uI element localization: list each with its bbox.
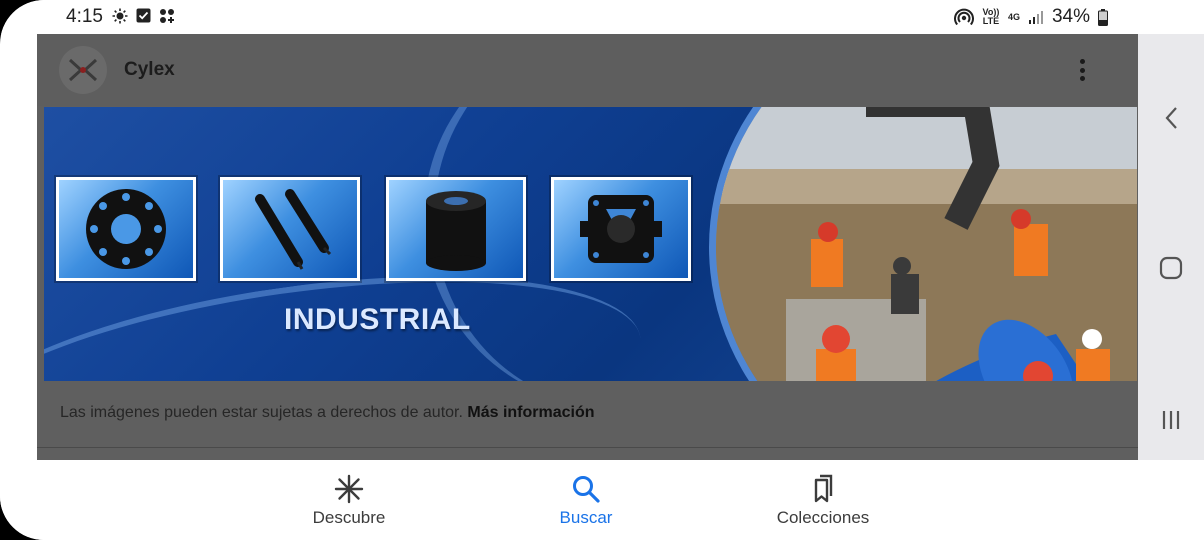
source-header: Cylex [37, 34, 1138, 106]
nav-colecciones-label: Colecciones [776, 508, 870, 527]
checkbox-icon [136, 8, 151, 23]
recents-icon[interactable] [1138, 400, 1204, 440]
nav-descubre[interactable]: Descubre [269, 474, 429, 528]
status-time: 4:15 [66, 6, 103, 27]
asterisk-icon [334, 474, 364, 504]
status-left-icons [112, 8, 175, 24]
cylex-logo-icon[interactable] [59, 46, 107, 94]
status-bar: 4:15 Vo)) LTE 4G 34% [0, 0, 1204, 34]
nav-descubre-label: Descubre [312, 508, 386, 527]
result-image[interactable]: INDUSTRIAL [44, 107, 1137, 381]
battery-icon [1098, 8, 1108, 26]
bookmarks-icon [814, 474, 833, 503]
brightness-icon [112, 8, 128, 24]
copyright-text: Las imágenes pueden estar sujetas a dere… [60, 404, 595, 422]
home-icon[interactable] [1138, 248, 1204, 288]
volte-label: Vo)) LTE [982, 7, 1000, 26]
nav-buscar[interactable]: Buscar [506, 474, 666, 528]
system-navigation-bar [1138, 34, 1204, 460]
image-viewer-sheet: Cylex INDUSTRIAL Las imágenes pueden est… [37, 34, 1138, 460]
photo-workers-pipe [709, 107, 1137, 381]
source-title[interactable]: Cylex [124, 59, 175, 81]
bottom-navigation: Descubre Buscar Colecciones [0, 460, 1204, 540]
banner-caption: INDUSTRIAL [284, 303, 471, 336]
hotspot-icon [953, 8, 974, 26]
more-info-link[interactable]: Más información [467, 404, 594, 421]
apps-grid-icon [160, 9, 174, 23]
thumbnail-rods [220, 177, 360, 281]
search-icon [573, 476, 600, 503]
copyright-message: Las imágenes pueden estar sujetas a dere… [60, 404, 468, 421]
thumbnail-flange [56, 177, 196, 281]
thumbnail-square-flange [551, 177, 691, 281]
signal-icon [1028, 11, 1043, 24]
more-options-icon[interactable] [1072, 56, 1092, 84]
thumbnail-cylinder [386, 177, 526, 281]
phone-screen: 4:15 Vo)) LTE 4G 34% Cylex INDUSTRIAL La… [0, 0, 1204, 540]
status-right: Vo)) LTE 4G 34% [953, 6, 1108, 28]
nav-buscar-label: Buscar [559, 508, 613, 527]
back-icon[interactable] [1138, 98, 1204, 138]
copyright-notice: Las imágenes pueden estar sujetas a dere… [37, 381, 1138, 448]
battery-percent: 34% [1051, 6, 1090, 27]
network-label: 4G [1007, 11, 1020, 22]
nav-colecciones[interactable]: Colecciones [743, 474, 903, 528]
